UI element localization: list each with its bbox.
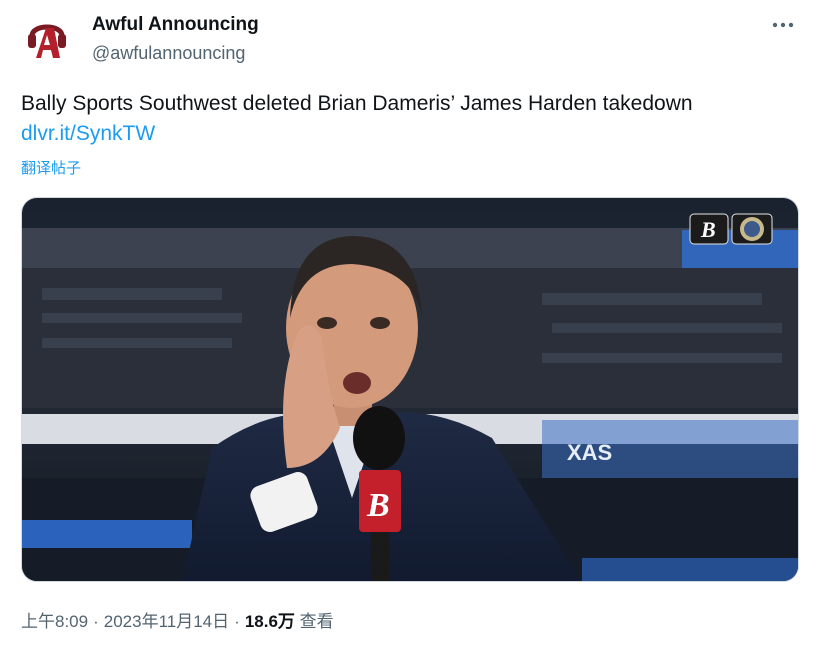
tweet-card: Awful Announcing @awfulannouncing Bally … xyxy=(0,0,816,647)
tweet-media-video[interactable]: XAS B B xyxy=(21,197,799,582)
network-logo-text: B xyxy=(700,217,716,242)
views-label: 查看 xyxy=(299,612,334,631)
more-options-button[interactable] xyxy=(768,10,798,40)
author-avatar[interactable] xyxy=(22,14,72,64)
tweet-date[interactable]: 2023年11月14日 xyxy=(104,612,229,631)
tweet-link[interactable]: dlvr.it/SynkTW xyxy=(21,122,155,146)
tweet-time[interactable]: 上午8:09 xyxy=(21,612,88,631)
more-horizontal-icon xyxy=(772,22,794,28)
views-count: 18.6万 xyxy=(244,612,295,631)
tweet-text: Bally Sports Southwest deleted Brian Dam… xyxy=(21,92,693,115)
translate-post-link[interactable]: 翻译帖子 xyxy=(21,157,81,178)
tweet-meta: 上午8:09 · 2023年11月14日 · 18.6万 查看 xyxy=(21,607,334,632)
arena-banner-text: XAS xyxy=(567,440,612,465)
awful-announcing-logo-icon xyxy=(22,14,72,64)
author-handle[interactable]: @awfulannouncing xyxy=(92,43,245,64)
meta-separator: · xyxy=(93,612,99,631)
author-name[interactable]: Awful Announcing xyxy=(92,14,259,36)
broadcast-frame-image: XAS B B xyxy=(22,198,798,581)
meta-separator: · xyxy=(234,612,240,631)
mic-flag-logo-text: B xyxy=(366,487,390,524)
